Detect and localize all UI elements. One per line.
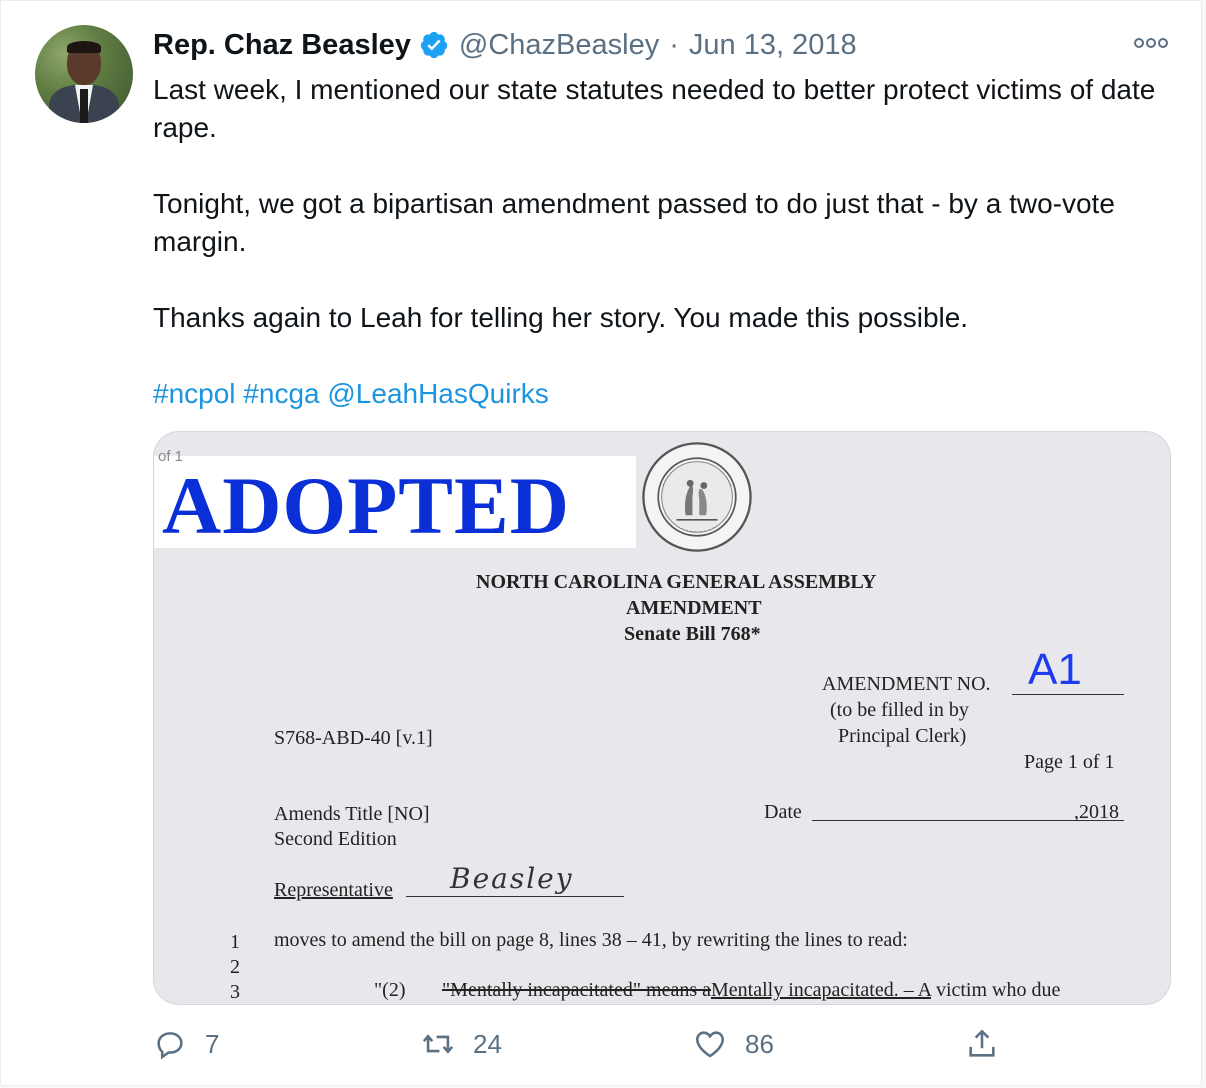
author-handle[interactable]: @ChazBeasley (459, 27, 659, 63)
hashtag-ncga[interactable]: #ncga (243, 378, 319, 409)
tweet-paragraph-3: Thanks again to Leah for telling her sto… (153, 302, 969, 333)
more-options-button[interactable] (1131, 31, 1171, 55)
tweet-tags: #ncpol #ncga @LeahHasQuirks (153, 375, 1183, 413)
doc-amendment-no: A1 (1028, 645, 1082, 694)
doc-line-num-3: 3 (230, 981, 240, 1003)
tweet-date[interactable]: Jun 13, 2018 (689, 27, 857, 63)
share-button[interactable] (965, 1019, 999, 1069)
doc-line-num-1: 1 (230, 931, 240, 953)
doc-signature: Beasley (450, 862, 574, 895)
doc-filled-by-1: (to be filled in by (830, 699, 969, 721)
reply-button[interactable]: 7 (153, 1019, 219, 1069)
retweet-button[interactable]: 24 (421, 1019, 502, 1069)
header-separator: · (669, 29, 679, 61)
mention-leahhasquirks[interactable]: @LeahHasQuirks (327, 378, 548, 409)
retweet-count: 24 (473, 1028, 502, 1059)
doc-line-num-2: 2 (230, 956, 240, 978)
tweet-card[interactable]: Rep. Chaz Beasley @ChazBeasley · Jun 13,… (0, 0, 1202, 1086)
doc-edition: Second Edition (274, 828, 397, 850)
doc-code: S768-ABD-40 [v.1] (274, 727, 433, 749)
tweet-paragraph-2: Tonight, we got a bipartisan amendment p… (153, 188, 1115, 257)
doc-page: Page 1 of 1 (1024, 751, 1115, 773)
avatar-tie (80, 89, 88, 123)
like-count: 86 (745, 1028, 774, 1059)
avatar-hair (67, 41, 101, 53)
reply-icon (157, 1032, 183, 1060)
retweet-icon (422, 1034, 454, 1054)
doc-line-3-underlined: Mentally incapacitated. – A (711, 979, 931, 1001)
doc-representative-label: Representative (274, 879, 393, 901)
state-seal-icon (642, 442, 752, 552)
tweet-actions: 7 24 86 (153, 1019, 1053, 1069)
heart-icon (695, 1031, 725, 1058)
doc-line-3-struck: "Mentally incapacitated" means a (442, 979, 711, 1001)
doc-amendment-no-label: AMENDMENT NO. (822, 673, 991, 695)
more-dots-icon (1134, 38, 1168, 48)
hashtag-ncpol[interactable]: #ncpol (153, 378, 236, 409)
tweet-paragraph-1: Last week, I mentioned our state statute… (153, 74, 1156, 143)
avatar[interactable] (35, 25, 133, 123)
like-button[interactable]: 86 (693, 1019, 774, 1069)
amendment-no-underline (1012, 694, 1124, 695)
doc-line-1: moves to amend the bill on page 8, lines… (274, 929, 908, 951)
doc-line-3-number: "(2) (374, 979, 406, 1001)
reply-count: 7 (205, 1028, 220, 1059)
doc-bill: Senate Bill 768* (624, 623, 761, 645)
tweet-header: Rep. Chaz Beasley @ChazBeasley · Jun 13,… (153, 27, 857, 63)
signature-underline (406, 896, 624, 897)
author-name[interactable]: Rep. Chaz Beasley (153, 27, 411, 63)
doc-assembly: NORTH CAROLINA GENERAL ASSEMBLY (476, 571, 877, 593)
share-icon (969, 1029, 995, 1057)
doc-filled-by-2: Principal Clerk) (838, 725, 967, 747)
doc-line-3: "Mentally incapacitated" means aMentally… (442, 978, 1060, 1002)
doc-date-value: ,2018 (1074, 801, 1119, 823)
doc-amendment-title: AMENDMENT (626, 597, 762, 619)
verified-badge-icon (420, 31, 448, 59)
amendment-document: of 1 ADOPTED NORTH CAROLINA GENERAL ASSE… (154, 432, 1170, 1004)
tweet-image[interactable]: of 1 ADOPTED NORTH CAROLINA GENERAL ASSE… (153, 431, 1171, 1005)
doc-line-3-rest: victim who due (930, 979, 1061, 1001)
adopted-stamp: ADOPTED (162, 460, 570, 551)
doc-date-label: Date (764, 801, 802, 823)
tweet-text: Last week, I mentioned our state statute… (153, 71, 1183, 413)
doc-amends: Amends Title [NO] (274, 803, 430, 825)
